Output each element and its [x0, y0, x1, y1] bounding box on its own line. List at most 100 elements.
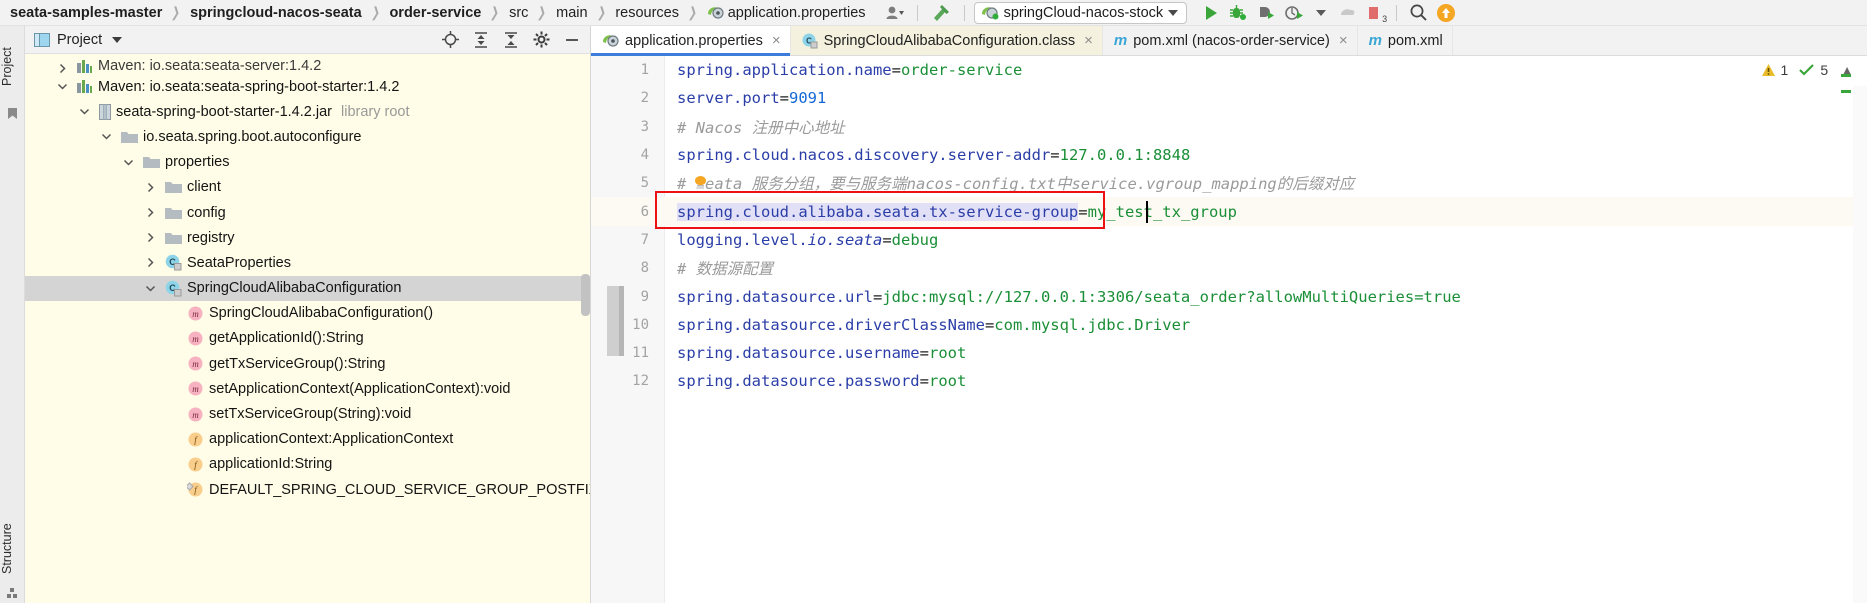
tree-node[interactable]: seata-spring-boot-starter-1.4.2.jar libra… [25, 99, 590, 124]
run-configuration-selector[interactable]: springCloud-nacos-stock [973, 1, 1188, 24]
chevron-down-icon[interactable] [101, 131, 115, 142]
code-line[interactable]: 4 spring.cloud.nacos.discovery.server-add… [591, 141, 1867, 169]
tree-node[interactable]: f applicationContext:ApplicationContext [25, 427, 590, 452]
close-icon[interactable]: × [772, 32, 781, 49]
breadcrumb-item-4[interactable]: main [554, 5, 589, 21]
tool-window-button-structure[interactable]: Structure [0, 509, 25, 589]
chevron-down-icon[interactable] [123, 157, 137, 168]
tree-node[interactable]: m getTxServiceGroup():String [25, 351, 590, 376]
stop-button[interactable] [1335, 1, 1361, 25]
code-token: = [1050, 146, 1060, 165]
gear-icon[interactable] [533, 31, 550, 48]
field-icon: f [187, 431, 204, 448]
close-icon[interactable]: × [1084, 32, 1093, 49]
editor-tab-springcloudalibabaconfiguration[interactable]: C SpringCloudAlibabaConfiguration.class … [790, 26, 1103, 55]
debug-button[interactable] [1225, 1, 1251, 25]
chevron-down-icon[interactable] [112, 36, 123, 43]
chevron-right-icon[interactable] [145, 182, 159, 193]
tree-node[interactable]: Maven: io.seata:seata-spring-boot-starte… [25, 74, 590, 99]
code-line[interactable]: 8 # 数据源配置 [591, 254, 1867, 282]
tree-node[interactable]: Maven: io.seata:seata-server:1.4.2 [25, 54, 590, 74]
editor-tab-pom[interactable]: m pom.xml [1358, 26, 1453, 55]
code-line[interactable]: 2 server.port=9091 [591, 84, 1867, 112]
expand-all-icon[interactable] [473, 31, 489, 48]
tree-node[interactable]: config [25, 200, 590, 225]
line-number: 1 [640, 62, 649, 79]
bookmarks-icon[interactable] [7, 108, 18, 119]
code-token: root [928, 344, 967, 363]
code-line[interactable]: 1 spring.application.name=order-service [591, 56, 1867, 84]
profile-button[interactable] [1281, 1, 1307, 25]
breadcrumb-item-3[interactable]: src [507, 5, 530, 21]
line-number: 5 [640, 175, 649, 192]
chevron-down-icon[interactable] [79, 106, 93, 117]
tree-node[interactable]: properties [25, 150, 590, 175]
run-with-coverage-button[interactable] [1253, 1, 1279, 25]
services-icon[interactable]: 3 [1363, 1, 1387, 25]
breadcrumb-item-2[interactable]: order-service [387, 5, 483, 21]
code-line[interactable]: 7 logging.level.io.seata=debug [591, 226, 1867, 254]
tree-node[interactable]: client [25, 175, 590, 200]
build-hammer-icon[interactable] [927, 1, 955, 25]
search-icon[interactable] [1406, 1, 1431, 25]
chevron-right-icon[interactable] [145, 257, 159, 268]
code-token: com.mysql.jdbc.Driver [994, 315, 1191, 334]
tree-node[interactable]: registry [25, 225, 590, 250]
tree-node-annotation: library root [341, 103, 410, 120]
collapse-all-icon[interactable] [503, 31, 519, 48]
breadcrumb: seata-samples-master ❯ springcloud-nacos… [0, 0, 868, 26]
code-lines[interactable]: 1 spring.application.name=order-service 2 s… [591, 56, 1867, 603]
update-arrow-icon[interactable] [1433, 1, 1459, 25]
tree-node[interactable]: C SpringCloudAlibabaConfiguration [25, 275, 590, 301]
chevron-right-icon[interactable] [145, 207, 159, 218]
chevron-right-icon[interactable] [145, 232, 159, 243]
static-field-icon: f [187, 481, 204, 498]
chevron-right-icon[interactable] [57, 63, 71, 74]
structure-icon[interactable] [7, 588, 18, 599]
breadcrumb-item-6-wrap[interactable]: application.properties [705, 5, 868, 21]
line-number: 9 [640, 288, 649, 305]
breadcrumb-item-1[interactable]: springcloud-nacos-seata [188, 5, 364, 21]
intention-bulb-icon[interactable] [695, 176, 706, 190]
code-token: spring.cloud.alibaba.seata.tx-service-gr… [677, 202, 1079, 221]
code-line[interactable]: 12 spring.datasource.password=root [591, 367, 1867, 395]
chevron-down-icon[interactable] [145, 283, 159, 294]
tree-node[interactable]: f DEFAULT_SPRING_CLOUD_SERVICE_GROUP_POST… [25, 477, 590, 502]
tree-node[interactable]: io.seata.spring.boot.autoconfigure [25, 124, 590, 149]
crosshair-icon[interactable] [442, 31, 459, 48]
tree-node[interactable]: m setApplicationContext(ApplicationContex… [25, 376, 590, 401]
chevron-down-icon[interactable] [57, 81, 71, 92]
profile-dropdown-caret[interactable] [1309, 1, 1333, 25]
breadcrumb-item-0[interactable]: seata-samples-master [8, 5, 164, 21]
code-line[interactable]: 5 # seata 服务分组，要与服务端nacos-config.txt中serv… [591, 169, 1867, 197]
code-line[interactable]: 6 spring.cloud.alibaba.seata.tx-service-g… [591, 197, 1867, 226]
editor-marker-strip[interactable] [1853, 86, 1867, 603]
editor-tab-application-properties[interactable]: application.properties × [591, 26, 791, 56]
tree-node[interactable]: f applicationId:String [25, 452, 590, 477]
editor-tab-pom-nacos-order-service[interactable]: m pom.xml (nacos-order-service) × [1103, 26, 1358, 55]
project-tree[interactable]: Maven: io.seata:seata-server:1.4.2 Maven:… [25, 54, 590, 603]
project-panel-header: Project [25, 26, 590, 54]
tree-node[interactable]: m SpringCloudAlibabaConfiguration() [25, 301, 590, 326]
code-editor[interactable]: 1 spring.application.name=order-service 2 s… [591, 56, 1867, 603]
code-line[interactable]: 3 # Nacos 注册中心地址 [591, 113, 1867, 141]
chevron-down-icon [1168, 9, 1179, 16]
project-tree-scrollbar[interactable] [581, 274, 590, 316]
marker-stripe-item[interactable] [1841, 90, 1851, 93]
minus-icon[interactable] [564, 32, 580, 48]
tree-node[interactable]: C SeataProperties [25, 250, 590, 275]
code-line[interactable]: 10 spring.datasource.driverClassName=com.… [591, 311, 1867, 339]
run-button[interactable] [1199, 1, 1223, 25]
tree-node[interactable]: m setTxServiceGroup(String):void [25, 401, 590, 426]
marker-stripe-item[interactable] [1841, 74, 1851, 77]
tool-window-button-project[interactable]: Project [0, 34, 25, 100]
code-line[interactable]: 11 spring.datasource.username=root [591, 339, 1867, 367]
breadcrumb-item-5[interactable]: resources [613, 5, 681, 21]
tree-node-label: seata-spring-boot-starter-1.4.2.jar [116, 103, 332, 120]
close-icon[interactable]: × [1339, 32, 1348, 49]
inspection-status-widget[interactable]: 1 5 ▲ [1761, 62, 1853, 78]
warning-count: 1 [1780, 62, 1789, 78]
tree-node[interactable]: m getApplicationId():String [25, 326, 590, 351]
code-line[interactable]: 9 spring.datasource.url=jdbc:mysql://127.… [591, 282, 1867, 310]
user-avatar-icon[interactable] [882, 1, 908, 25]
